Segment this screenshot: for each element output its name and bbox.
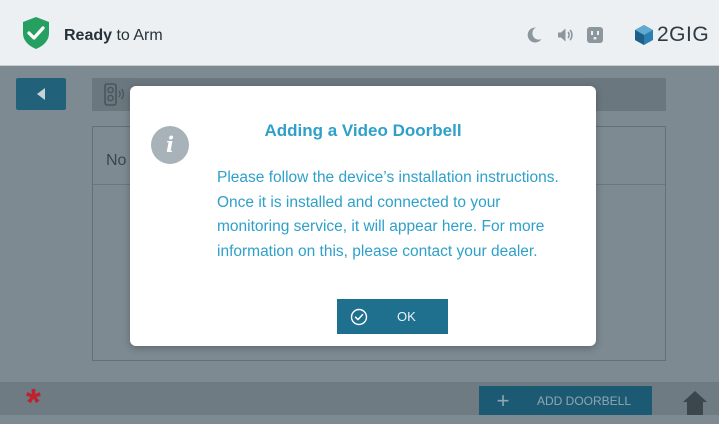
home-icon[interactable] [682, 389, 708, 415]
add-doorbell-button[interactable]: + ADD DOORBELL [479, 386, 652, 415]
moon-icon[interactable] [525, 26, 543, 44]
speaker-icon[interactable] [556, 26, 574, 44]
dialog-title: Adding a Video Doorbell [130, 121, 596, 141]
plus-icon: + [496, 388, 510, 413]
back-button[interactable] [16, 78, 66, 110]
ok-button[interactable]: OK [337, 299, 448, 334]
dialog-title-text: Adding a Video Doorbell [264, 121, 462, 140]
arm-status-rest: to Arm [112, 27, 163, 44]
emergency-icon[interactable]: * [26, 384, 41, 422]
brand-logo: 2GIG [634, 22, 709, 48]
shield-check-icon [23, 17, 49, 49]
cube-logo-icon [635, 25, 653, 45]
list-empty-text: No [106, 152, 127, 169]
dialog-message: Please follow the device’s installation … [217, 169, 559, 260]
ok-label: OK [397, 309, 416, 324]
add-doorbell-label: ADD DOORBELL [537, 393, 632, 408]
outlet-icon[interactable] [586, 26, 604, 44]
info-dialog: i Adding a Video Doorbell Please follow … [130, 86, 596, 346]
check-circle-icon [350, 308, 368, 325]
arm-status-text[interactable]: Ready to Arm [64, 27, 163, 45]
back-arrow-icon [37, 88, 45, 100]
arm-status-bold: Ready [64, 27, 113, 44]
video-doorbell-icon [104, 83, 125, 106]
status-header: Ready to Arm 2GIG [0, 0, 719, 66]
logo-text: 2GIG [657, 23, 710, 46]
